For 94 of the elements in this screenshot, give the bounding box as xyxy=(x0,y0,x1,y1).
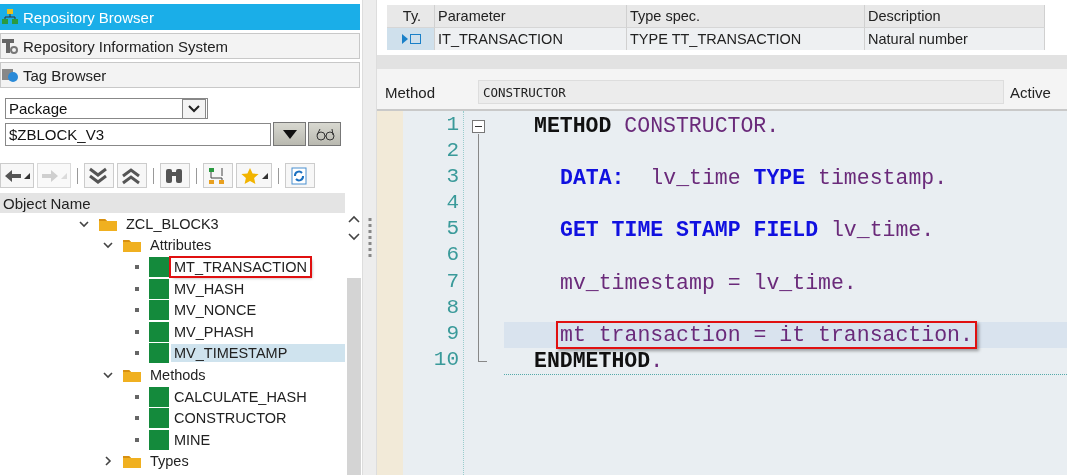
folder-icon xyxy=(122,453,142,470)
line-number: 6 xyxy=(445,243,460,269)
element-icon xyxy=(149,278,169,299)
line-number: 3 xyxy=(445,165,460,191)
scroll-thumb[interactable] xyxy=(346,278,361,475)
binoculars-icon xyxy=(164,166,184,185)
bullet-icon xyxy=(135,351,139,356)
element-icon xyxy=(149,343,169,364)
dropdown-arrow-icon xyxy=(61,172,67,179)
triangle-down-icon xyxy=(282,129,297,139)
tree-item[interactable]: CALCULATE_HASH xyxy=(171,387,310,406)
line-number: 8 xyxy=(445,295,460,321)
tree-item[interactable]: MV_NONCE xyxy=(171,301,260,320)
code-line: METHOD CONSTRUCTOR. xyxy=(533,113,781,141)
element-icon xyxy=(149,257,169,277)
tree-item[interactable]: MT_TRANSACTION xyxy=(171,258,310,276)
code-line: GET TIME STAMP FIELD lv_time. xyxy=(559,217,936,245)
column-header: Parameter xyxy=(435,5,627,27)
dropdown-button[interactable] xyxy=(273,122,306,146)
line-number: 7 xyxy=(445,269,460,295)
code-line: mv_timestamp = lv_time. xyxy=(559,269,858,297)
column-header: Ty. xyxy=(387,5,435,27)
code-line: ENDMETHOD. xyxy=(533,347,665,375)
line-number: 5 xyxy=(445,217,460,243)
line-number: 2 xyxy=(445,139,460,165)
tag-icon xyxy=(1,66,19,84)
column-header: Object Name xyxy=(0,193,345,213)
scroll-up-icon xyxy=(347,215,360,223)
table-cell: IT_TRANSACTION xyxy=(435,27,627,50)
bullet-icon xyxy=(135,329,139,334)
tree-item[interactable]: MV_HASH xyxy=(171,279,248,298)
hierarchy-icon xyxy=(207,166,227,185)
element-icon xyxy=(149,429,169,450)
refresh-icon xyxy=(289,166,309,185)
method-field[interactable]: CONSTRUCTOR xyxy=(478,80,1004,104)
bullet-icon xyxy=(135,265,139,269)
line-number: 9 xyxy=(445,321,460,347)
field-label: Method xyxy=(385,83,437,101)
collapse-all-icon xyxy=(121,166,141,185)
tree-item[interactable]: MINE xyxy=(171,430,214,449)
line-number: 1 xyxy=(445,113,460,138)
collapse-button[interactable] xyxy=(117,163,147,188)
code-line: DATA: lv_time TYPE timestamp. xyxy=(559,165,949,193)
element-icon xyxy=(149,386,169,407)
grip-icon xyxy=(367,217,372,258)
expand-all-icon xyxy=(88,166,108,185)
bullet-icon xyxy=(135,286,139,291)
object-name-field[interactable]: $ZBLOCK_V3 xyxy=(5,122,271,146)
bullet-icon xyxy=(135,308,139,313)
line-number: 4 xyxy=(445,191,460,217)
forward-arrow-icon xyxy=(41,168,59,183)
find-button[interactable] xyxy=(160,163,190,188)
display-button[interactable] xyxy=(308,122,341,146)
refresh-button[interactable] xyxy=(285,163,315,188)
tree-item[interactable]: Types xyxy=(147,452,192,471)
hierarchy-button[interactable] xyxy=(203,163,233,188)
expand-button[interactable] xyxy=(84,163,114,188)
back-arrow-icon xyxy=(4,168,22,183)
bullet-icon xyxy=(135,394,139,399)
dropdown-arrow-icon xyxy=(24,172,30,179)
bullet-icon xyxy=(135,437,139,442)
nav-tab[interactable]: Tag Browser xyxy=(0,62,360,88)
parameter-icon xyxy=(401,32,423,46)
table-cell: TYPE TT_TRANSACTION xyxy=(627,27,865,50)
tools-icon xyxy=(1,37,19,55)
column-header: Description xyxy=(865,5,1045,27)
nav-tab[interactable]: Repository Information System xyxy=(0,33,360,59)
column-header: Type spec. xyxy=(627,5,865,27)
glasses-icon xyxy=(314,127,335,141)
hierarchy-icon xyxy=(1,8,19,26)
back-button[interactable] xyxy=(0,163,34,188)
chevron-down-icon xyxy=(188,104,200,113)
tree-item[interactable]: Methods xyxy=(147,365,209,384)
tree-item[interactable]: Attributes xyxy=(147,236,215,255)
status-text: Active xyxy=(1010,83,1051,101)
row-selector[interactable] xyxy=(387,27,435,50)
collapse-box-icon[interactable] xyxy=(472,120,485,133)
tree-item[interactable]: CONSTRUCTOR xyxy=(171,409,290,428)
favorite-button[interactable] xyxy=(236,163,272,188)
bullet-icon xyxy=(135,416,139,421)
tree-item[interactable]: MV_TIMESTAMP xyxy=(171,344,345,363)
chevron-right-icon[interactable] xyxy=(102,455,114,468)
star-icon xyxy=(240,166,260,185)
object-type-dropdown[interactable]: Package xyxy=(5,98,208,119)
dropdown-arrow-icon xyxy=(262,172,268,179)
element-icon xyxy=(149,321,169,342)
tree-item[interactable]: MV_PHASH xyxy=(171,322,257,341)
element-icon xyxy=(149,300,169,321)
tree-item[interactable]: ZCL_BLOCK3 xyxy=(123,214,222,233)
scroll-down-icon xyxy=(347,233,360,241)
folder-icon xyxy=(122,237,142,254)
element-icon xyxy=(149,408,169,429)
table-cell: Natural number xyxy=(865,27,1045,50)
line-number: 10 xyxy=(432,347,460,373)
